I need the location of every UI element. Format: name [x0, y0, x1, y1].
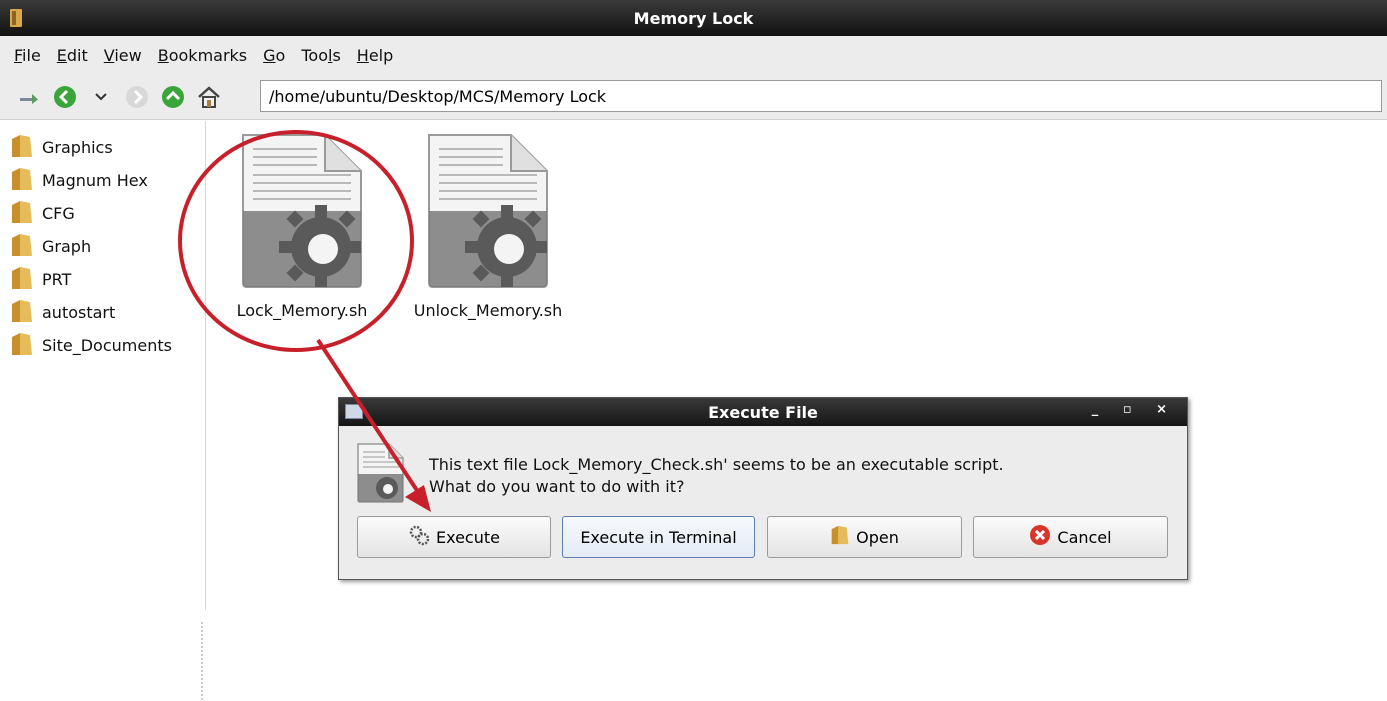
back-icon[interactable]: [50, 82, 80, 112]
side-pane: Graphics Magnum Hex CFG Graph PRT autost…: [0, 121, 206, 701]
folder-icon: [10, 265, 34, 295]
dialog-message-line: This text file Lock_Memory_Check.sh' see…: [429, 455, 1004, 474]
sidebar-item-label: PRT: [42, 270, 72, 289]
sidebar-item-cfg[interactable]: CFG: [0, 197, 205, 230]
folder-icon: [10, 298, 34, 328]
cancel-button[interactable]: Cancel: [973, 516, 1168, 558]
dialog-message: This text file Lock_Memory_Check.sh' see…: [429, 454, 1004, 498]
script-file-icon: [237, 134, 367, 295]
button-label: Execute in Terminal: [580, 527, 737, 547]
menu-tools[interactable]: Tools: [293, 46, 348, 65]
script-file-icon: [355, 442, 405, 508]
sidebar-item-label: Graph: [42, 237, 92, 256]
file-item-lock-memory[interactable]: Lock_Memory.sh: [207, 131, 397, 320]
cancel-icon: [1029, 524, 1051, 550]
folder-icon: [10, 232, 34, 262]
menu-file[interactable]: File: [6, 46, 49, 65]
address-bar[interactable]: [260, 80, 1382, 112]
folder-icon: [10, 199, 34, 229]
sidebar-item-label: Magnum Hex: [42, 171, 148, 190]
button-label: Open: [856, 527, 899, 547]
menu-help[interactable]: Help: [349, 46, 401, 65]
dialog-titlebar: Execute File _ ▫ ×: [339, 398, 1187, 426]
folder-icon: [830, 524, 850, 550]
execute-button[interactable]: Execute: [357, 516, 551, 558]
sidebar-item-label: Site_Documents: [42, 336, 172, 355]
window-controls[interactable]: _ ▫ ×: [1092, 402, 1177, 417]
dialog-message-line: What do you want to do with it?: [429, 477, 685, 496]
history-dropdown-icon[interactable]: [86, 82, 116, 112]
toolbar: [0, 74, 1387, 120]
sidebar-item-site-documents[interactable]: Site_Documents: [0, 329, 205, 362]
file-item-unlock-memory[interactable]: Unlock_Memory.sh: [393, 131, 583, 320]
menu-bookmarks[interactable]: Bookmarks: [150, 46, 255, 65]
folder-icon: [10, 9, 22, 31]
folder-icon: [10, 166, 34, 196]
sidebar-item-magnum-hex[interactable]: Magnum Hex: [0, 164, 205, 197]
forward-icon[interactable]: [122, 82, 152, 112]
execute-file-dialog: Execute File _ ▫ × This text file Lock_M…: [338, 397, 1188, 580]
sidebar-item-label: autostart: [42, 303, 116, 322]
folder-icon: [10, 133, 34, 163]
dialog-title: Execute File: [708, 402, 818, 422]
menu-bar: File Edit View Bookmarks Go Tools Help: [0, 36, 1387, 74]
window-titlebar: Memory Lock: [0, 0, 1387, 36]
button-label: Execute: [436, 527, 500, 547]
sidebar-item-graphics[interactable]: Graphics: [0, 131, 205, 164]
menu-view[interactable]: View: [96, 46, 150, 65]
file-name: Unlock_Memory.sh: [413, 301, 563, 320]
sidebar-item-autostart[interactable]: autostart: [0, 296, 205, 329]
menu-go[interactable]: Go: [255, 46, 293, 65]
button-label: Cancel: [1057, 527, 1112, 547]
new-tab-icon[interactable]: [14, 82, 44, 112]
window-icon: [345, 404, 363, 419]
sidebar-item-label: CFG: [42, 204, 75, 223]
sidebar-item-label: Graphics: [42, 138, 113, 157]
up-icon[interactable]: [158, 82, 188, 112]
file-name: Lock_Memory.sh: [236, 301, 368, 320]
pane-splitter-grip[interactable]: [200, 621, 204, 701]
open-button[interactable]: Open: [767, 516, 962, 558]
home-icon[interactable]: [194, 82, 224, 112]
window-title: Memory Lock: [633, 8, 754, 28]
folder-icon: [10, 331, 34, 361]
execute-in-terminal-button[interactable]: Execute in Terminal: [562, 516, 755, 558]
script-file-icon: [423, 134, 553, 295]
sidebar-item-graph[interactable]: Graph: [0, 230, 205, 263]
gears-icon: [408, 524, 430, 550]
sidebar-item-prt[interactable]: PRT: [0, 263, 205, 296]
menu-edit[interactable]: Edit: [49, 46, 96, 65]
